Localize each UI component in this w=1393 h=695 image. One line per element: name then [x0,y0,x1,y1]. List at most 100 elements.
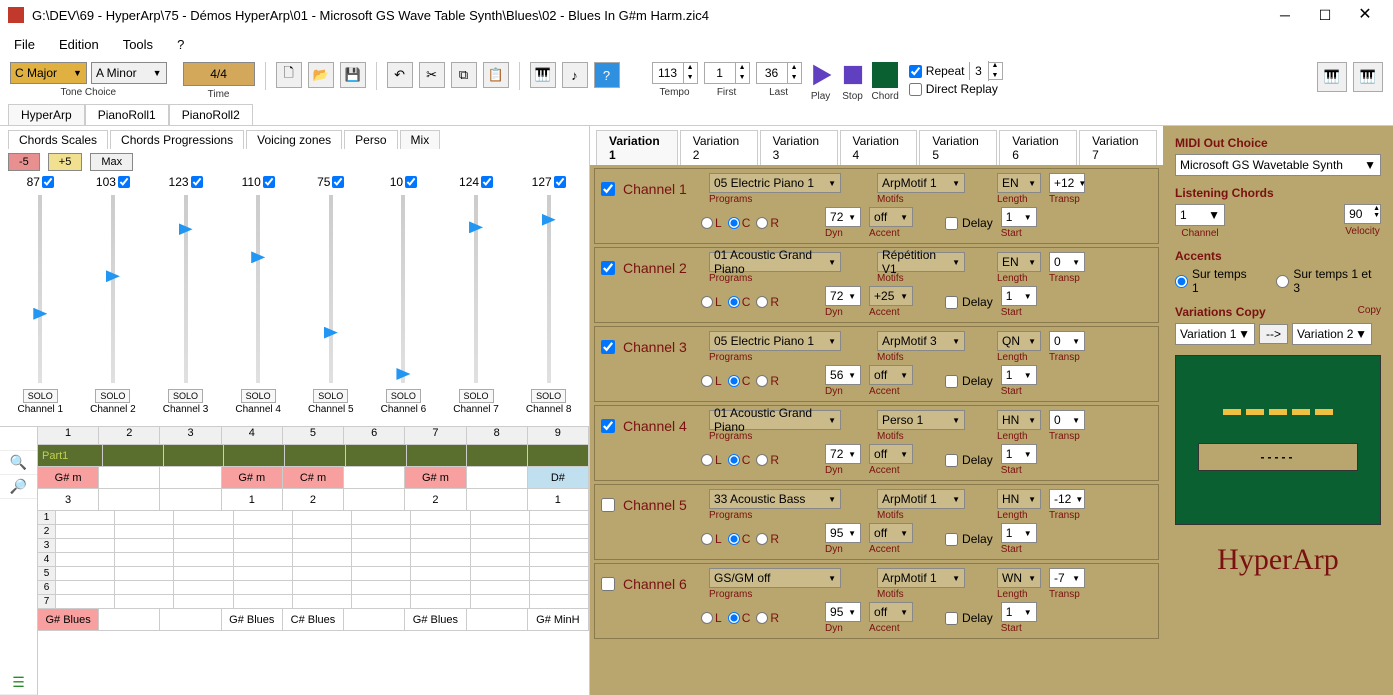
start-select-5[interactable]: 1▼ [1001,523,1037,543]
pan-r-5[interactable]: R [756,532,779,546]
new-file-icon[interactable]: 🗋 [276,62,302,88]
minimize-button[interactable]: ─ [1265,1,1305,29]
blues-cell[interactable] [160,609,221,631]
length-select-2[interactable]: EN▼ [997,252,1041,272]
time-signature[interactable]: 4/4 [183,62,255,86]
transp-select-5[interactable]: -12▼ [1049,489,1085,509]
blues-cell[interactable] [344,609,405,631]
program-select-6[interactable]: GS/GM off▼ [709,568,841,588]
accent-select-4[interactable]: off▼ [869,444,913,464]
solo-button-2[interactable]: SOLO [95,389,130,403]
var-channel-enable-5[interactable] [601,498,615,512]
accent-select-6[interactable]: off▼ [869,602,913,622]
dyn-select-6[interactable]: 95▼ [825,602,861,622]
tab-mix[interactable]: Mix [400,130,441,149]
grid-cell[interactable] [234,511,293,525]
midi-out-select[interactable]: Microsoft GS Wavetable Synth▼ [1175,154,1381,176]
piano-icon[interactable]: 🎹 [530,62,556,88]
grid-cell[interactable] [411,539,470,553]
tab-pianoroll1[interactable]: PianoRoll1 [85,104,169,125]
tempo-input[interactable]: ▲▼ [652,62,698,84]
copy-icon[interactable]: ⧉ [451,62,477,88]
grid-col-header[interactable]: 3 [160,427,221,445]
grid-cell[interactable] [115,567,174,581]
grid-cell[interactable] [115,595,174,609]
grid-cell[interactable] [411,525,470,539]
grid-cell[interactable] [530,595,589,609]
chord-cell[interactable] [344,467,405,489]
grid-cell[interactable] [530,511,589,525]
part-label[interactable]: Part1 [38,445,103,467]
dyn-select-5[interactable]: 95▼ [825,523,861,543]
grid-cell[interactable] [471,511,530,525]
keyboard-icon-2[interactable]: 🎹 [1353,62,1383,92]
delay-check-5[interactable] [945,533,958,546]
grid-cell[interactable] [293,525,352,539]
grid-cell[interactable] [293,539,352,553]
grid-cell[interactable] [411,595,470,609]
dyn-select-3[interactable]: 56▼ [825,365,861,385]
blues-cell[interactable]: G# Blues [222,609,283,631]
var-channel-enable-3[interactable] [601,340,615,354]
start-select-2[interactable]: 1▼ [1001,286,1037,306]
grid-cell[interactable]: 2 [405,489,466,511]
mix-max[interactable]: Max [90,153,133,171]
tone-select-2[interactable]: A Minor▼ [91,62,167,84]
motif-select-1[interactable]: ArpMotif 1▼ [877,173,965,193]
channel-enable-6[interactable] [405,176,417,188]
grid-cell[interactable] [56,553,115,567]
motif-select-5[interactable]: ArpMotif 1▼ [877,489,965,509]
accent-radio-1[interactable]: Sur temps 1 [1175,267,1256,295]
grid-cell[interactable] [530,553,589,567]
grid-col-header[interactable]: 4 [222,427,283,445]
length-select-3[interactable]: QN▼ [997,331,1041,351]
variation-tab-1[interactable]: Variation 1 [596,130,678,165]
maximize-button[interactable]: ☐ [1305,1,1345,29]
menu-help[interactable]: ? [177,37,184,52]
grid-cell[interactable] [234,539,293,553]
length-select-4[interactable]: HN▼ [997,410,1041,430]
grid-cell[interactable] [293,581,352,595]
help-icon[interactable]: ? [594,62,620,88]
mix-minus-5[interactable]: -5 [8,153,40,171]
grid-cell[interactable] [234,553,293,567]
transp-select-4[interactable]: 0▼ [1049,410,1085,430]
pan-l-5[interactable]: L [701,532,722,546]
solo-button-1[interactable]: SOLO [23,389,58,403]
grid-cell[interactable] [234,581,293,595]
zoom-out-icon[interactable]: 🔎 [0,475,37,499]
tab-chords-scales[interactable]: Chords Scales [8,130,108,149]
first-input[interactable]: ▲▼ [704,62,750,84]
chord-cell[interactable]: C# m [283,467,344,489]
chord-cell[interactable] [160,467,221,489]
grid-cell[interactable] [174,539,233,553]
solo-button-8[interactable]: SOLO [531,389,566,403]
copy-button[interactable]: --> [1259,324,1288,344]
grid-cell[interactable] [115,581,174,595]
start-select-1[interactable]: 1▼ [1001,207,1037,227]
var-channel-enable-6[interactable] [601,577,615,591]
channel-enable-7[interactable] [481,176,493,188]
grid-cell[interactable] [174,595,233,609]
last-input[interactable]: ▲▼ [756,62,802,84]
pan-l-4[interactable]: L [701,453,722,467]
program-select-5[interactable]: 33 Acoustic Bass▼ [709,489,841,509]
tab-chords-progressions[interactable]: Chords Progressions [110,130,244,149]
grid-cell[interactable] [174,581,233,595]
pan-c-6[interactable]: C [728,611,751,625]
blues-cell[interactable]: G# Blues [405,609,466,631]
blues-cell[interactable]: G# MinH [528,609,589,631]
grid-cell[interactable] [234,525,293,539]
transp-select-1[interactable]: +12▼ [1049,173,1085,193]
grid-cell[interactable] [411,567,470,581]
chord-cell[interactable]: G# m [222,467,283,489]
blues-cell[interactable] [467,609,528,631]
save-icon[interactable]: 💾 [340,62,366,88]
grid-cell[interactable] [115,553,174,567]
grid-cell[interactable] [174,525,233,539]
pan-l-3[interactable]: L [701,374,722,388]
channel-enable-1[interactable] [42,176,54,188]
pan-l-2[interactable]: L [701,295,722,309]
ladder-icon[interactable]: ☰ [0,671,37,695]
menu-edition[interactable]: Edition [59,37,99,52]
